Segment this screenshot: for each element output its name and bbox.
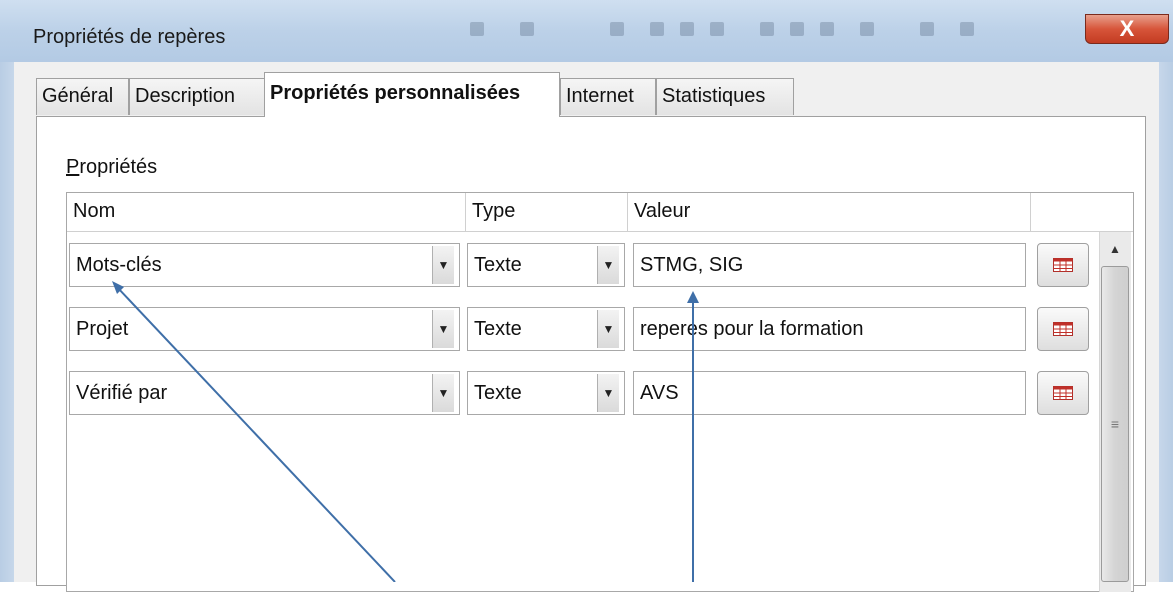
tab-custom-properties[interactable]: Propriétés personnalisées (264, 72, 560, 117)
tab-general[interactable]: Général (36, 78, 129, 115)
tab-internet[interactable]: Internet (560, 78, 656, 115)
scroll-up-button[interactable]: ▲ (1099, 232, 1131, 266)
tab-label: Description (135, 85, 236, 107)
dropdown-arrow-icon[interactable]: ▼ (432, 246, 454, 284)
property-type-value: Texte (474, 382, 522, 404)
scrollbar-thumb[interactable]: ≡ (1101, 266, 1129, 582)
tab-label: Propriétés personnalisées (270, 82, 521, 104)
property-value-text: STMG, SIG (640, 254, 744, 276)
accelerator-letter: P (66, 156, 80, 178)
property-type-value: Texte (474, 318, 522, 340)
delete-property-icon (1053, 258, 1073, 272)
property-value-input[interactable]: STMG, SIG (633, 243, 1026, 287)
property-type-combo[interactable]: Texte ▼ (467, 307, 625, 351)
dropdown-arrow-icon[interactable]: ▼ (597, 310, 619, 348)
background-toolbar-ghost (460, 8, 1080, 48)
property-name-combo[interactable]: Vérifié par ▼ (69, 371, 460, 415)
tab-label: Général (42, 85, 114, 107)
section-label-rest: ropriétés (79, 156, 158, 178)
property-name-combo[interactable]: Projet ▼ (69, 307, 460, 351)
delete-property-button[interactable] (1037, 307, 1089, 351)
property-value-input[interactable]: AVS (633, 371, 1026, 415)
column-header-label: Valeur (634, 200, 691, 222)
tab-label: Statistiques (662, 85, 766, 107)
delete-property-icon (1053, 386, 1073, 400)
dropdown-arrow-icon[interactable]: ▼ (597, 374, 619, 412)
property-value-text: AVS (640, 382, 679, 404)
tab-description[interactable]: Description (129, 78, 265, 115)
property-type-value: Texte (474, 254, 522, 276)
dropdown-arrow-icon[interactable]: ▼ (432, 310, 454, 348)
column-header-label: Type (472, 200, 516, 222)
dropdown-arrow-icon[interactable]: ▼ (597, 246, 619, 284)
column-header-label: Nom (73, 200, 116, 222)
triangle-up-icon: ▲ (1109, 242, 1121, 256)
close-icon: X (1119, 16, 1135, 41)
window-title: Propriétés de repères (33, 26, 226, 48)
column-header-name[interactable]: Nom (67, 193, 466, 231)
delete-property-button[interactable] (1037, 371, 1089, 415)
property-name-value: Vérifié par (76, 382, 168, 404)
column-header-value[interactable]: Valeur (628, 193, 1031, 231)
column-header-type[interactable]: Type (466, 193, 628, 231)
tab-label: Internet (566, 85, 634, 107)
delete-property-icon (1053, 322, 1073, 336)
grip-icon: ≡ (1110, 416, 1120, 432)
property-value-text: reperes pour la formation (640, 318, 864, 340)
window-frame-right (1159, 62, 1173, 582)
close-button[interactable]: X (1085, 14, 1169, 44)
property-type-combo[interactable]: Texte ▼ (467, 243, 625, 287)
property-value-input[interactable]: reperes pour la formation (633, 307, 1026, 351)
column-header-actions (1031, 193, 1133, 231)
dropdown-arrow-icon[interactable]: ▼ (432, 374, 454, 412)
tab-statistics[interactable]: Statistiques (656, 78, 794, 115)
property-name-value: Mots-clés (76, 254, 162, 276)
window-frame-left (0, 62, 14, 582)
property-type-combo[interactable]: Texte ▼ (467, 371, 625, 415)
property-name-value: Projet (76, 318, 129, 340)
properties-section-label: Propriétés (66, 156, 157, 179)
delete-property-button[interactable] (1037, 243, 1089, 287)
window-titlebar: Propriétés de repères X (0, 0, 1173, 63)
property-name-combo[interactable]: Mots-clés ▼ (69, 243, 460, 287)
